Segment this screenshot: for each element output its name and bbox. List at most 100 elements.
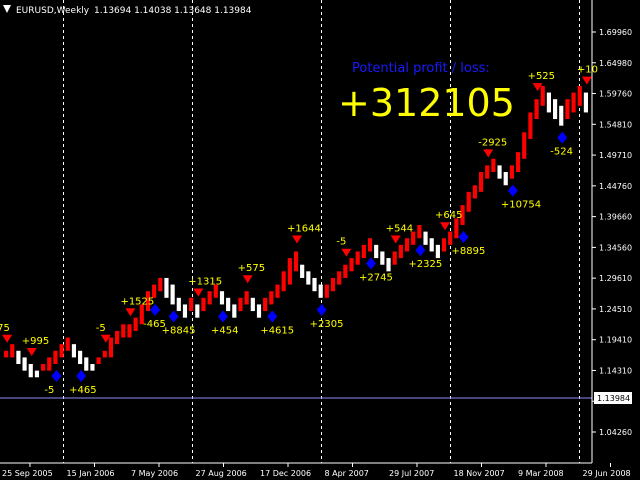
price-bar (509, 165, 514, 179)
signal-label: +2325 (408, 259, 442, 270)
price-bar (534, 99, 539, 120)
price-bar (324, 284, 329, 298)
price-bar (201, 297, 206, 312)
price-bar (115, 330, 120, 345)
price-bar (28, 364, 33, 378)
signal-label: +1315 (188, 276, 222, 287)
signal-label: +8845 (162, 325, 196, 336)
price-bar (435, 244, 440, 259)
price-tick-label: 1.49710 (599, 151, 632, 160)
price-bar (176, 297, 181, 312)
price-bar (207, 291, 212, 305)
price-bar (71, 344, 77, 358)
price-bar (10, 344, 15, 358)
price-bar (404, 238, 410, 252)
price-bar (466, 191, 471, 212)
price-bar (275, 284, 280, 298)
price-tick-label: 1.44760 (599, 182, 632, 191)
signal-label: 75 (0, 323, 10, 334)
price-bar (546, 92, 551, 113)
time-tick-label: 18 Nov 2007 (454, 469, 505, 478)
price-bar (53, 350, 58, 365)
price-tick-label: 1.24510 (599, 305, 632, 314)
price-bar (189, 297, 194, 312)
time-tick-label: 7 May 2006 (131, 469, 178, 478)
price-bar (281, 271, 286, 292)
price-bar (374, 244, 379, 259)
price-bar (367, 238, 373, 252)
signal-label: +525 (528, 71, 555, 82)
price-bar (102, 350, 107, 358)
price-bar (559, 105, 564, 126)
price-tick-label: 1.04260 (599, 428, 632, 437)
signal-label: +645 (435, 210, 462, 221)
price-bar (497, 165, 502, 179)
price-tick-label: 1.59760 (599, 90, 632, 99)
price-bar (312, 277, 317, 292)
price-bar (349, 258, 354, 272)
price-bar (158, 277, 163, 292)
price-bar (65, 337, 70, 351)
price-bar (78, 350, 83, 365)
price-bar (108, 337, 114, 358)
price-bar (491, 158, 496, 173)
price-bar (133, 317, 138, 331)
price-tick-label: 1.34560 (599, 243, 632, 252)
price-bar (195, 304, 200, 318)
ohlc-values: 1.13694 1.14038 1.13648 1.13984 (94, 6, 252, 16)
time-tick-label: 8 Apr 2007 (325, 469, 369, 478)
price-bar (478, 172, 484, 192)
symbol-label: EURUSD,Weekly (16, 6, 90, 16)
price-bar (41, 364, 46, 371)
time-tick-label: 29 Jul 2007 (389, 469, 434, 478)
price-bar (565, 99, 570, 120)
profit-label: Potential profit / loss: (352, 61, 490, 76)
price-bar (121, 324, 126, 338)
price-bar (127, 324, 132, 338)
signal-label: +1644 (287, 223, 321, 234)
price-bar (318, 284, 323, 298)
price-bar (4, 350, 9, 358)
price-bar (244, 291, 249, 305)
price-bar (269, 291, 274, 305)
signal-label: +454 (211, 325, 238, 336)
price-bar (417, 224, 422, 239)
price-tick-label: 1.64980 (599, 59, 632, 68)
price-bar (485, 165, 490, 179)
price-bar (503, 172, 508, 186)
signal-label: +10754 (501, 200, 541, 211)
signal-label: +8895 (452, 246, 486, 257)
price-bar (343, 264, 348, 278)
price-bar (528, 112, 533, 139)
price-bar (250, 297, 255, 312)
price-chart[interactable]: 75+995-5 +465-5+1525-465+8845+1315+454+57… (0, 0, 640, 480)
price-bar (583, 92, 588, 113)
price-bar (256, 304, 262, 318)
signal-label: -2925 (478, 137, 507, 148)
signal-label: +544 (386, 223, 413, 234)
price-bar (170, 284, 175, 305)
price-bar (238, 297, 243, 312)
signal-label: -5 (44, 385, 54, 396)
price-bar (16, 350, 21, 365)
price-bar (540, 85, 545, 106)
price-bar (441, 238, 447, 252)
price-tick-label: 1.14310 (599, 366, 632, 375)
time-tick-label: 9 Mar 2008 (518, 469, 564, 478)
current-price-text: 1.13984 (597, 394, 630, 403)
signal-label: +2745 (359, 272, 393, 283)
price-bar (96, 357, 101, 365)
price-bar (330, 277, 336, 292)
signal-label: +2305 (310, 319, 344, 330)
price-bar (522, 132, 527, 159)
price-bar (164, 277, 169, 298)
price-bar (219, 291, 225, 305)
time-tick-label: 27 Aug 2006 (196, 469, 247, 478)
price-bar (287, 258, 292, 285)
price-bar (47, 357, 52, 371)
price-bar (398, 244, 403, 259)
price-bar (386, 258, 391, 272)
signal-label: +465 (69, 385, 96, 396)
signal-label: -5 (336, 237, 346, 248)
price-bar (448, 231, 453, 245)
